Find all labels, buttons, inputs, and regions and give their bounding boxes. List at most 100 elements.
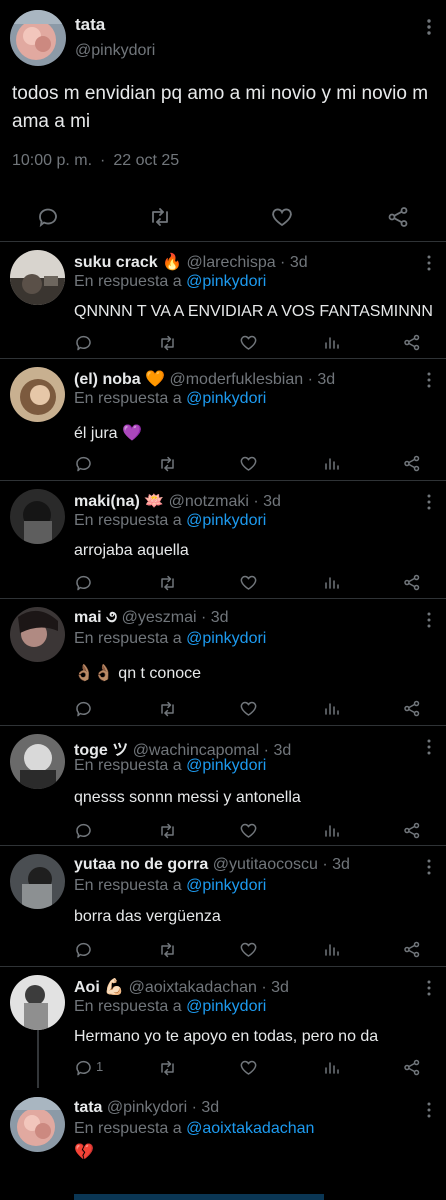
share-icon[interactable] (402, 454, 420, 472)
reply-text: Hermano yo te apoyo en todas, pero no da (74, 1028, 379, 1045)
author-handle[interactable]: @yutitaocoscu · 3d (213, 856, 350, 873)
avatar[interactable] (10, 250, 65, 305)
reply-to-link[interactable]: @pinkydori (186, 273, 266, 290)
more-vertical-icon[interactable] (426, 493, 432, 511)
more-vertical-icon[interactable] (426, 18, 432, 36)
like-icon[interactable] (239, 940, 257, 958)
reply-item[interactable]: suku crack 🔥 @larechispa · 3d En respues… (0, 242, 446, 359)
reply-icon[interactable] (74, 699, 92, 717)
more-vertical-icon[interactable] (426, 254, 432, 272)
avatar[interactable] (10, 734, 65, 789)
analytics-icon[interactable] (322, 573, 340, 591)
like-icon[interactable] (239, 333, 257, 351)
analytics-icon[interactable] (322, 1058, 340, 1076)
reply-icon[interactable] (36, 205, 60, 229)
analytics-icon[interactable] (322, 940, 340, 958)
reply-context: En respuesta a @pinkydori (74, 390, 267, 407)
avatar[interactable] (10, 10, 66, 66)
author-name[interactable]: Aoi 💪🏻 (74, 979, 124, 996)
share-icon[interactable] (402, 333, 420, 351)
reply-item[interactable]: toge ツ @wachincapomal · 3d En respuesta … (0, 726, 446, 846)
retweet-icon[interactable] (158, 699, 176, 717)
author-name[interactable]: suku crack 🔥 (74, 254, 182, 271)
reply-item[interactable]: Aoi 💪🏻 @aoixtakadachan · 3d En respuesta… (0, 967, 446, 1089)
avatar[interactable] (10, 367, 65, 422)
meta-separator: · (100, 152, 106, 169)
reply-icon[interactable] (74, 821, 92, 839)
retweet-icon[interactable] (158, 940, 176, 958)
reply-item[interactable]: mai ૭ @yeszmai · 3d En respuesta a @pink… (0, 599, 446, 726)
reply-icon[interactable]: 1 (74, 1058, 103, 1076)
reply-to-link[interactable]: @pinkydori (186, 998, 266, 1015)
reply-to-link[interactable]: @pinkydori (186, 877, 266, 894)
author-handle[interactable]: @notzmaki · 3d (169, 493, 281, 510)
author-name[interactable]: tata (74, 1099, 102, 1116)
reply-to-link[interactable]: @pinkydori (186, 390, 266, 407)
retweet-icon[interactable] (158, 821, 176, 839)
reply-text: él jura 💜 (74, 425, 142, 442)
tweet-date: 22 oct 25 (113, 152, 180, 169)
avatar[interactable] (10, 607, 65, 662)
reply-actions (74, 821, 434, 843)
reply-to-link[interactable]: @pinkydori (186, 512, 266, 529)
avatar[interactable] (10, 854, 65, 909)
like-icon[interactable] (239, 699, 257, 717)
like-icon[interactable] (239, 573, 257, 591)
reply-actions (74, 454, 434, 476)
share-icon[interactable] (402, 699, 420, 717)
share-icon[interactable] (402, 1058, 420, 1076)
more-vertical-icon[interactable] (426, 1101, 432, 1119)
reply-to-link[interactable]: @pinkydori (186, 630, 266, 647)
more-vertical-icon[interactable] (426, 858, 432, 876)
share-icon[interactable] (402, 821, 420, 839)
reply-text: qnesss sonnn messi y antonella (74, 789, 301, 806)
retweet-icon[interactable] (158, 573, 176, 591)
author-handle[interactable]: @larechispa · 3d (186, 254, 307, 271)
author-name[interactable]: mai ૭ (74, 609, 117, 626)
like-icon[interactable] (270, 205, 294, 229)
reply-icon[interactable] (74, 454, 92, 472)
reply-item[interactable]: yutaa no de gorra @yutitaocoscu · 3d En … (0, 846, 446, 967)
reply-icon[interactable] (74, 940, 92, 958)
more-vertical-icon[interactable] (426, 371, 432, 389)
like-icon[interactable] (239, 1058, 257, 1076)
share-icon[interactable] (402, 940, 420, 958)
more-vertical-icon[interactable] (426, 738, 432, 756)
retweet-icon[interactable] (158, 454, 176, 472)
author-name[interactable]: tata (75, 15, 105, 35)
author-name[interactable]: maki(na) 🪷 (74, 493, 164, 510)
analytics-icon[interactable] (322, 699, 340, 717)
retweet-icon[interactable] (148, 205, 172, 229)
reply-to-link[interactable]: @pinkydori (186, 757, 266, 774)
author-handle[interactable]: @pinkydori (75, 42, 155, 60)
reply-icon[interactable] (74, 333, 92, 351)
reply-actions: 1 (74, 1058, 434, 1080)
tweet-timestamp: 10:00 p. m. · 22 oct 25 (12, 152, 179, 170)
analytics-icon[interactable] (322, 333, 340, 351)
author-name[interactable]: (el) noba 🧡 (74, 371, 165, 388)
reply-icon[interactable] (74, 573, 92, 591)
avatar[interactable] (10, 489, 65, 544)
more-vertical-icon[interactable] (426, 979, 432, 997)
reply-item[interactable]: (el) noba 🧡 @moderfuklesbian · 3d En res… (0, 359, 446, 481)
like-icon[interactable] (239, 454, 257, 472)
author-handle[interactable]: @aoixtakadachan · 3d (129, 979, 289, 996)
retweet-icon[interactable] (158, 1058, 176, 1076)
avatar[interactable] (10, 975, 65, 1030)
analytics-icon[interactable] (322, 821, 340, 839)
more-vertical-icon[interactable] (426, 611, 432, 629)
like-icon[interactable] (239, 821, 257, 839)
reply-item[interactable]: maki(na) 🪷 @notzmaki · 3d En respuesta a… (0, 481, 446, 599)
analytics-icon[interactable] (322, 454, 340, 472)
author-handle[interactable]: @pinkydori · 3d (107, 1099, 219, 1116)
reply-item[interactable]: tata @pinkydori · 3d En respuesta a @aoi… (0, 1089, 446, 1200)
reply-to-link[interactable]: @aoixtakadachan (186, 1120, 314, 1137)
share-icon[interactable] (386, 205, 410, 229)
avatar[interactable] (10, 1097, 65, 1152)
author-handle[interactable]: @moderfuklesbian · 3d (169, 371, 335, 388)
share-icon[interactable] (402, 573, 420, 591)
author-name[interactable]: yutaa no de gorra (74, 856, 208, 873)
retweet-icon[interactable] (158, 333, 176, 351)
author-handle[interactable]: @yeszmai · 3d (122, 609, 229, 626)
reply-context: En respuesta a @pinkydori (74, 512, 267, 529)
